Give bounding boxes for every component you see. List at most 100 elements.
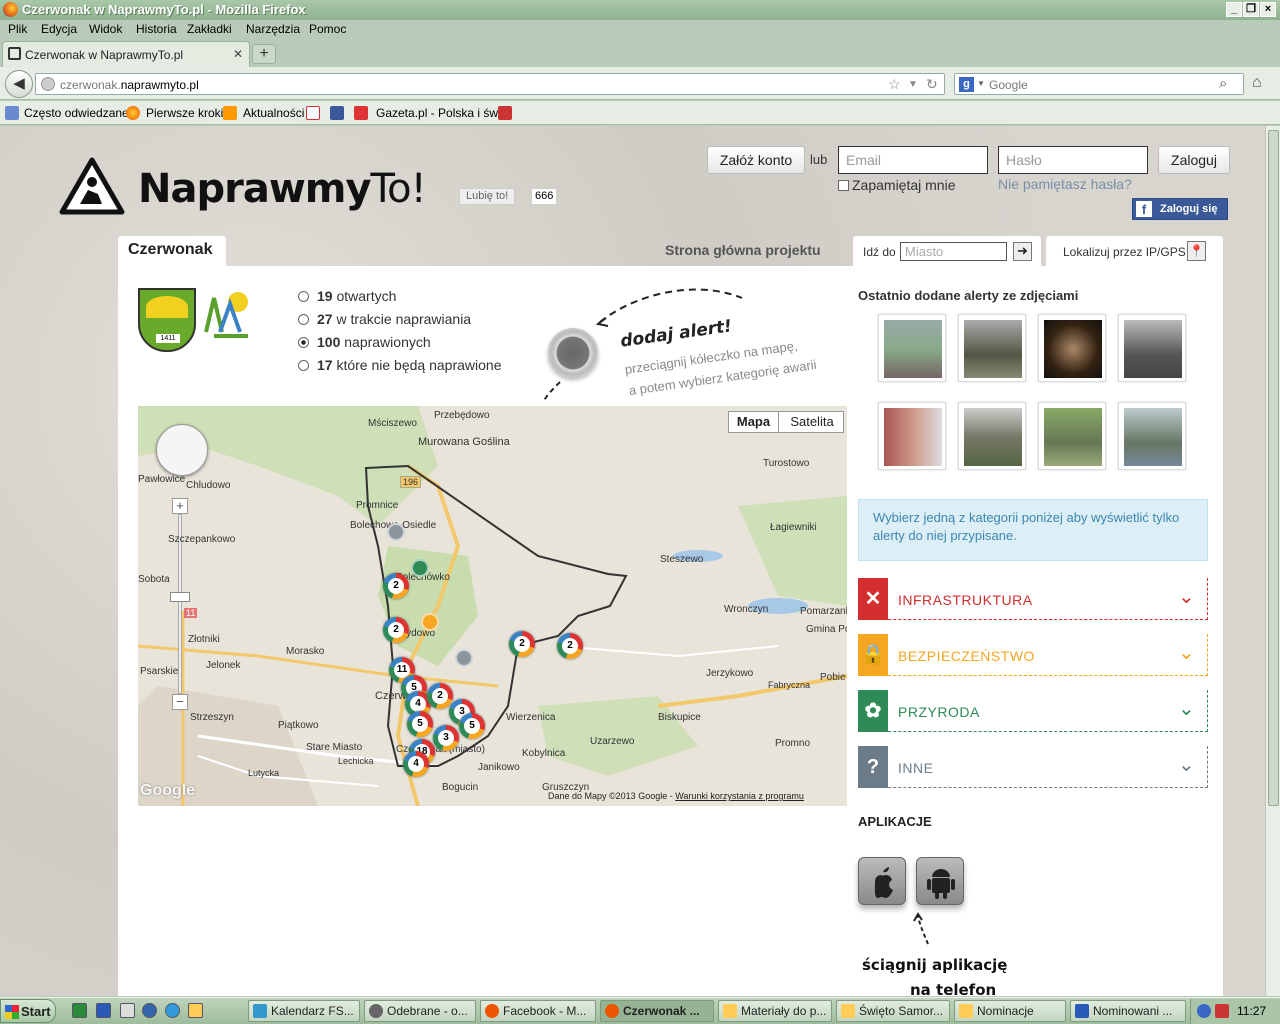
- map-type-map-button[interactable]: Mapa: [729, 412, 779, 432]
- new-tab-button[interactable]: +: [252, 44, 276, 64]
- photo-thumbnail[interactable]: [1118, 402, 1186, 470]
- map-cluster-marker[interactable]: 2: [509, 631, 535, 657]
- google-engine-icon[interactable]: g: [959, 77, 974, 92]
- map-alert-marker[interactable]: [455, 649, 473, 667]
- goto-arrow-icon[interactable]: ➜: [1013, 242, 1032, 261]
- count-wont-fix[interactable]: 17 które nie będą naprawione: [298, 357, 501, 373]
- search-bar[interactable]: g ▼ Google ⌕: [954, 73, 1244, 95]
- ios-app-button[interactable]: [858, 857, 906, 905]
- chevron-down-icon[interactable]: ⌄: [1178, 752, 1195, 777]
- map-cluster-marker[interactable]: 3: [433, 725, 459, 751]
- count-fixed[interactable]: 100 naprawionych: [298, 334, 431, 350]
- facebook-bookmark-icon[interactable]: [330, 106, 344, 120]
- like-button[interactable]: Lubię to!: [459, 188, 516, 205]
- map-alert-marker[interactable]: [411, 559, 429, 577]
- count-fixed-radio[interactable]: [298, 337, 309, 348]
- zoom-in-button[interactable]: +: [172, 498, 188, 514]
- menu-historia[interactable]: Historia: [136, 22, 177, 36]
- map-terms-link[interactable]: Warunki korzystania z programu: [675, 791, 804, 801]
- taskbar-item[interactable]: Kalendarz FS...: [248, 1000, 360, 1022]
- zoom-out-button[interactable]: −: [172, 694, 188, 710]
- map-cluster-marker[interactable]: 2: [383, 617, 409, 643]
- home-icon[interactable]: ⌂: [1252, 74, 1262, 92]
- photo-thumbnail[interactable]: [1118, 314, 1186, 382]
- draggable-alert-circle[interactable]: [548, 328, 598, 378]
- bookmark-star-icon[interactable]: ☆: [888, 76, 901, 93]
- count-open-radio[interactable]: [298, 291, 309, 302]
- city-tab[interactable]: Czerwonak: [118, 236, 226, 266]
- menu-plik[interactable]: Plik: [8, 22, 27, 36]
- city-input[interactable]: Miasto: [900, 242, 1007, 261]
- password-field[interactable]: Hasło: [998, 146, 1148, 174]
- start-button[interactable]: Start: [0, 999, 56, 1023]
- chevron-down-icon[interactable]: ⌄: [1178, 584, 1195, 609]
- photo-thumbnail[interactable]: [878, 314, 946, 382]
- bookmark-czesto[interactable]: Często odwiedzane: [24, 106, 129, 120]
- facebook-login-button[interactable]: f Zaloguj się: [1132, 198, 1228, 220]
- alerts-map[interactable]: + − Mapa Satelita Przebędowo Mściszewo M…: [138, 406, 847, 806]
- chevron-down-icon[interactable]: ⌄: [1178, 640, 1195, 665]
- map-cluster-marker[interactable]: 4: [403, 751, 429, 777]
- ie-quicklaunch-icon[interactable]: [165, 1003, 180, 1018]
- excel-quicklaunch-icon[interactable]: [72, 1003, 87, 1018]
- bookmark-gazeta[interactable]: Gazeta.pl - Polska i św...: [376, 106, 507, 120]
- map-alert-marker[interactable]: [387, 523, 405, 541]
- map-cluster-marker[interactable]: 5: [459, 713, 485, 739]
- chevron-down-icon[interactable]: ⌄: [1178, 696, 1195, 721]
- site-logo[interactable]: NaprawmyTo!: [138, 166, 427, 212]
- menu-narzedzia[interactable]: Narzędzia: [246, 22, 300, 36]
- map-pan-control[interactable]: [156, 424, 208, 476]
- count-in-progress[interactable]: 27 w trakcie naprawiania: [298, 311, 471, 327]
- gmail-icon[interactable]: [306, 106, 320, 120]
- remember-me-checkbox[interactable]: Zapamiętaj mnie: [838, 177, 956, 193]
- zoom-knob[interactable]: [170, 592, 190, 602]
- category-bezpieczenstwo[interactable]: 🔒 BEZPIECZEŃSTWO ⌄: [858, 634, 1208, 676]
- register-button[interactable]: Załóż konto: [707, 146, 805, 174]
- scrollbar-thumb[interactable]: [1268, 130, 1279, 806]
- taskbar-item[interactable]: Facebook - M...: [480, 1000, 596, 1022]
- google-logo[interactable]: Google: [140, 782, 195, 800]
- tray-antivirus-icon[interactable]: [1215, 1004, 1229, 1018]
- forgot-password-link[interactable]: Nie pamiętasz hasła?: [998, 176, 1132, 192]
- media-player-quicklaunch-icon[interactable]: [142, 1003, 157, 1018]
- tab-czerwonak[interactable]: Czerwonak w NaprawmyTo.pl ✕: [2, 41, 250, 67]
- taskbar-item-active[interactable]: Czerwonak ...: [600, 1000, 714, 1022]
- maximize-button[interactable]: ❐: [1243, 2, 1259, 17]
- address-bar[interactable]: czerwonak.naprawmyto.pl ☆ ▼ ↻: [35, 73, 945, 95]
- vertical-scrollbar[interactable]: [1265, 126, 1280, 996]
- close-button[interactable]: ×: [1260, 2, 1276, 17]
- locate-box[interactable]: Lokalizuj przez IP/GPS 📍: [1046, 236, 1223, 266]
- search-icon[interactable]: ⌕: [1219, 75, 1227, 92]
- tray-network-icon[interactable]: [1197, 1004, 1211, 1018]
- bookmark-aktualnosci[interactable]: Aktualności: [243, 106, 304, 120]
- count-wont-fix-radio[interactable]: [298, 360, 309, 371]
- engine-dropdown-icon[interactable]: ▼: [977, 79, 985, 88]
- count-in-progress-radio[interactable]: [298, 314, 309, 325]
- menu-widok[interactable]: Widok: [89, 22, 122, 36]
- map-alert-marker[interactable]: [421, 613, 439, 631]
- photo-thumbnail[interactable]: [958, 402, 1026, 470]
- minimize-button[interactable]: _: [1226, 2, 1242, 17]
- map-cluster-marker[interactable]: 2: [383, 573, 409, 599]
- taskbar-item[interactable]: Materiały do p...: [718, 1000, 832, 1022]
- taskbar-item[interactable]: Odebrane - o...: [364, 1000, 476, 1022]
- folder-quicklaunch-icon[interactable]: [188, 1003, 203, 1018]
- tab-close-icon[interactable]: ✕: [233, 47, 243, 61]
- notepad-quicklaunch-icon[interactable]: [120, 1003, 135, 1018]
- count-open[interactable]: 19 otwartych: [298, 288, 396, 304]
- menu-edycja[interactable]: Edycja: [41, 22, 77, 36]
- category-przyroda[interactable]: ✿ PRZYRODA ⌄: [858, 690, 1208, 732]
- menu-pomoc[interactable]: Pomoc: [309, 22, 346, 36]
- bookmark-pierwsze-kroki[interactable]: Pierwsze kroki: [146, 106, 223, 120]
- photo-thumbnail[interactable]: [958, 314, 1026, 382]
- taskbar-item[interactable]: Święto Samor...: [836, 1000, 950, 1022]
- project-home-link[interactable]: Strona główna projektu: [665, 242, 821, 258]
- android-app-button[interactable]: [916, 857, 964, 905]
- map-type-satellite-button[interactable]: Satelita: [780, 412, 844, 432]
- menu-zakladki[interactable]: Zakładki: [187, 22, 232, 36]
- location-pin-icon[interactable]: 📍: [1187, 241, 1206, 261]
- photo-thumbnail[interactable]: [1038, 314, 1106, 382]
- map-cluster-marker[interactable]: 5: [407, 711, 433, 737]
- login-button[interactable]: Zaloguj: [1158, 146, 1230, 174]
- map-cluster-marker[interactable]: 2: [427, 683, 453, 709]
